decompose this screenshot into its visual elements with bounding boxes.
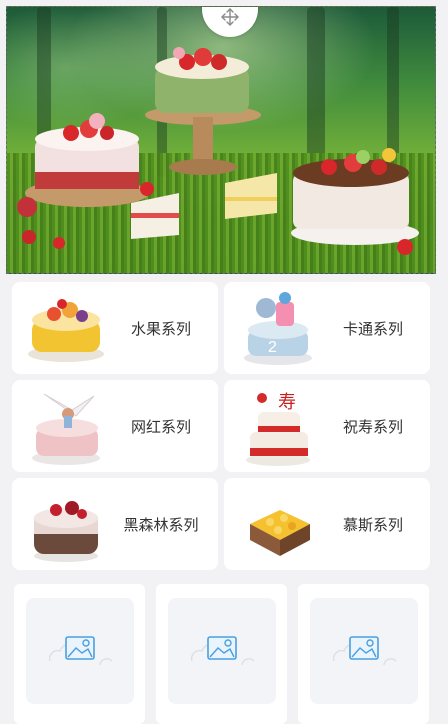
category-card-fruit[interactable]: 水果系列 — [12, 282, 218, 374]
category-label: 网红系列 — [130, 418, 191, 436]
trendy-cake-image — [24, 386, 108, 466]
longevity-cake-image: 寿 — [236, 386, 320, 466]
category-label: 祝寿系列 — [342, 418, 403, 436]
placeholder-image-area — [310, 598, 418, 704]
placeholder-image-area — [26, 598, 134, 704]
cartoon-cake-image: 2 — [236, 288, 320, 368]
move-arrows-icon — [221, 8, 239, 26]
category-label: 黑森林系列 — [123, 516, 199, 534]
black-forest-cake-image — [24, 484, 108, 564]
placeholder-card[interactable] — [14, 584, 145, 724]
category-label: 卡通系列 — [342, 320, 403, 338]
category-card-longevity[interactable]: 寿 祝寿系列 — [224, 380, 430, 472]
image-placeholder-icon — [48, 636, 113, 666]
category-card-trendy[interactable]: 网红系列 — [12, 380, 218, 472]
placeholder-image-area — [168, 598, 276, 704]
banner-cakes-illustration — [17, 47, 419, 255]
fruit-cake-image — [24, 288, 108, 368]
image-placeholder-icon — [332, 636, 397, 666]
category-card-mousse[interactable]: 慕斯系列 — [224, 478, 430, 570]
placeholder-card[interactable] — [298, 584, 429, 724]
image-placeholder-icon — [190, 636, 255, 666]
category-card-cartoon[interactable]: 2 卡通系列 — [224, 282, 430, 374]
svg-text:2: 2 — [268, 339, 277, 356]
hero-banner[interactable] — [6, 6, 436, 274]
category-label: 水果系列 — [130, 320, 191, 338]
category-card-black-forest[interactable]: 黑森林系列 — [12, 478, 218, 570]
category-label: 慕斯系列 — [342, 516, 403, 534]
placeholder-card[interactable] — [156, 584, 287, 724]
svg-text:寿: 寿 — [278, 392, 296, 413]
mousse-cake-image — [236, 484, 320, 564]
